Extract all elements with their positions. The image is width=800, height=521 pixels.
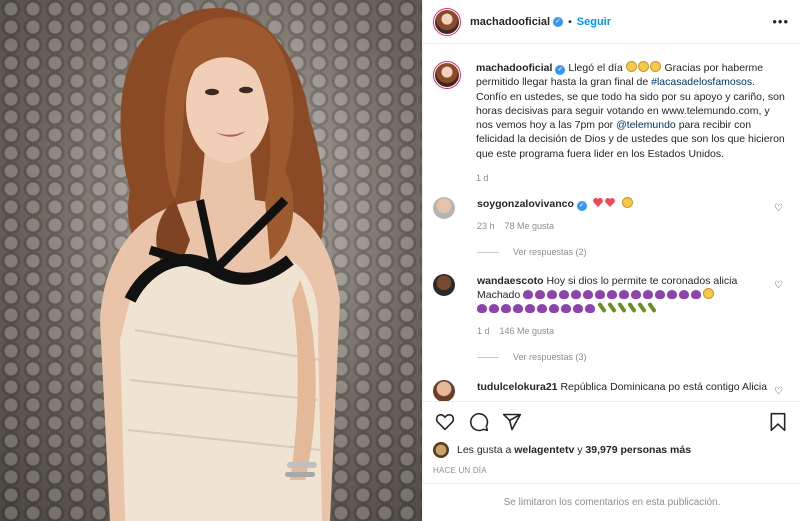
verified-icon: ✓ [555, 65, 566, 75]
emoji-icon [621, 197, 633, 208]
comment-username[interactable]: tudulcelokura21 [477, 381, 558, 393]
view-replies[interactable]: Ver respuestas (3) [477, 352, 587, 362]
author-username[interactable]: machadooficial [470, 16, 550, 28]
likes-prefix: Les gusta a [457, 444, 512, 456]
bookmark-icon[interactable] [769, 412, 787, 432]
post-actions-bar [423, 401, 800, 441]
hashtag-link[interactable]: #lacasadelosfamosos [651, 76, 752, 88]
like-comment-heart-icon[interactable]: ♡ [774, 386, 783, 397]
woman-portrait [100, 8, 340, 521]
comment-username[interactable]: wandaescoto [477, 275, 544, 287]
comment-age: 1 d [477, 326, 490, 336]
share-icon[interactable] [502, 412, 522, 432]
comment-meta: 1 d 146 Me gusta [477, 324, 777, 338]
verified-icon: ✓ [576, 201, 587, 211]
mention-link[interactable]: @telemundo [616, 119, 676, 131]
post-timestamp[interactable]: HACE UN DÍA [433, 466, 487, 475]
emoji-icon [637, 61, 649, 72]
likes-conj: y [577, 444, 583, 456]
liker-avatar[interactable] [433, 442, 449, 458]
comment-likes[interactable]: 146 Me gusta [500, 326, 555, 336]
post-photo[interactable] [0, 0, 422, 521]
comment-username[interactable]: soygonzalovivanco [477, 198, 574, 210]
caption-username[interactable]: machadooficial [476, 62, 552, 74]
likes-count[interactable]: 39,979 personas más [585, 444, 691, 456]
commenter-avatar[interactable] [433, 380, 455, 401]
comment-meta: 23 h 78 Me gusta [477, 219, 777, 233]
comment-item: tudulcelokura21 República Dominicana po … [433, 380, 793, 401]
like-comment-heart-icon[interactable]: ♡ [774, 203, 783, 214]
likes-summary: Les gusta a welagentetv y 39,979 persona… [433, 442, 691, 458]
comment-item: soygonzalovivanco ✓ 23 h 78 Me gusta ♡ [433, 197, 793, 233]
comments-scroll-area[interactable]: machadooficial ✓ Llegó el día Gracias por… [423, 45, 800, 401]
verified-icon: ✓ [553, 16, 564, 27]
instagram-post: machadooficial ✓ • Seguir ••• machadoofi… [0, 0, 800, 521]
like-comment-heart-icon[interactable]: ♡ [774, 280, 783, 291]
post-caption: machadooficial ✓ Llegó el día Gracias por… [433, 61, 793, 185]
comment-likes[interactable]: 78 Me gusta [505, 221, 555, 231]
caption-text: Llegó el día [568, 62, 623, 74]
post-side-panel: machadooficial ✓ • Seguir ••• machadoofi… [422, 0, 800, 521]
comment-age: 23 h [477, 221, 495, 231]
comment-item: wandaescoto Hoy si dios lo permite te co… [433, 274, 793, 338]
hearts-emoji-icon [592, 198, 615, 207]
caption-avatar[interactable] [433, 61, 461, 89]
caption-age: 1 d [476, 173, 489, 184]
commenter-avatar[interactable] [433, 274, 455, 296]
commenter-avatar[interactable] [433, 197, 455, 219]
comment-text: República Dominicana po está contigo Ali… [560, 381, 768, 393]
header-separator: • [568, 15, 572, 28]
follow-button[interactable]: Seguir [577, 16, 611, 28]
author-avatar[interactable] [433, 7, 461, 36]
emoji-icon [625, 61, 637, 72]
heart-icon[interactable] [435, 412, 455, 431]
post-header: machadooficial ✓ • Seguir ••• [423, 0, 800, 44]
view-replies[interactable]: Ver respuestas (2) [477, 247, 587, 257]
emoji-icon [649, 61, 661, 72]
comment-icon[interactable] [469, 412, 489, 432]
liker-username[interactable]: welagentetv [514, 444, 574, 456]
more-options-icon[interactable]: ••• [772, 14, 789, 29]
comments-limited-notice: Se limitaron los comentarios en esta pub… [423, 483, 800, 521]
